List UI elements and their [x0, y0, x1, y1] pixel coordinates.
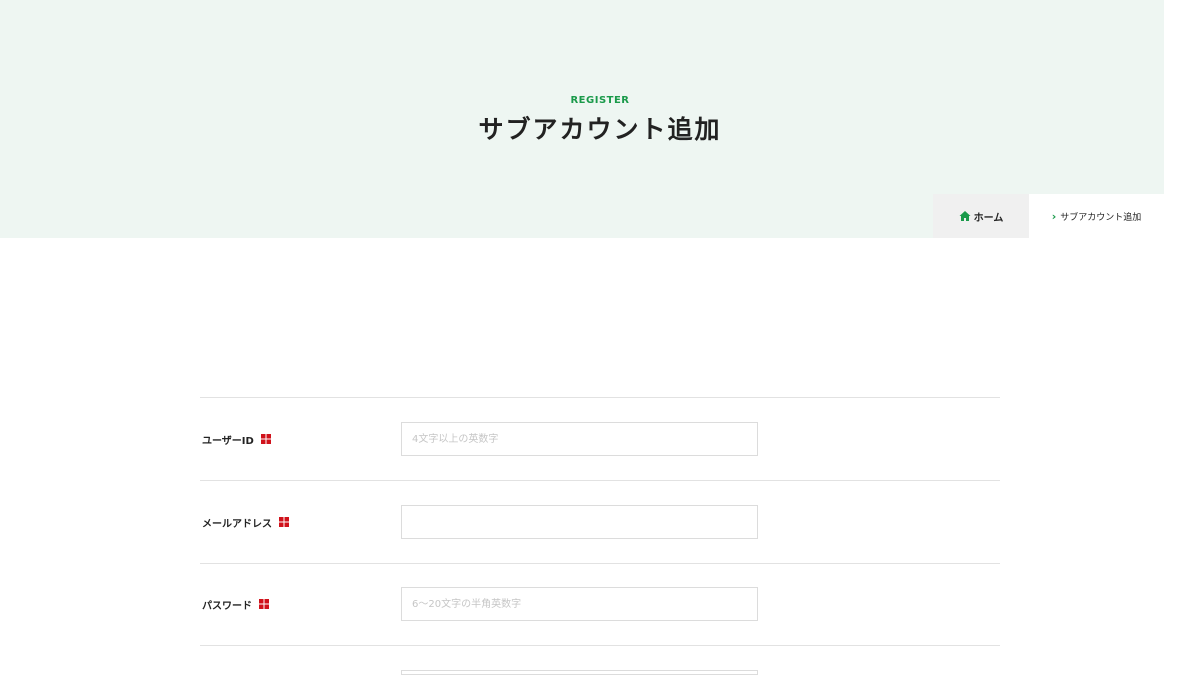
- form-divider: [200, 480, 1000, 481]
- breadcrumb-current-label: サブアカウント追加: [1060, 212, 1142, 223]
- email-label-text: メールアドレス: [202, 518, 272, 530]
- page-title: サブアカウント追加: [478, 115, 722, 144]
- email-label: メールアドレス: [202, 515, 289, 530]
- password-input[interactable]: [401, 587, 758, 621]
- user-id-label: ユーザーID: [202, 432, 271, 447]
- breadcrumb-home-label: ホーム: [973, 212, 1004, 224]
- email-input[interactable]: [401, 505, 758, 539]
- form-divider: [200, 563, 1000, 564]
- required-mark-icon: [279, 517, 289, 527]
- user-id-input[interactable]: [401, 422, 758, 456]
- page-eyebrow: REGISTER: [570, 95, 630, 106]
- chevron-right-icon: ›: [1051, 209, 1057, 223]
- required-mark-icon: [259, 599, 269, 609]
- breadcrumb-current: › サブアカウント追加: [1029, 194, 1164, 238]
- breadcrumb-home-link[interactable]: ホーム: [933, 194, 1029, 238]
- form-divider: [200, 645, 1000, 646]
- home-icon: [959, 210, 971, 222]
- password-label-text: パスワード: [202, 600, 252, 612]
- user-id-label-text: ユーザーID: [202, 435, 254, 447]
- next-field-input[interactable]: [401, 670, 758, 675]
- required-mark-icon: [260, 434, 271, 444]
- form-divider: [200, 397, 1000, 398]
- password-label: パスワード: [202, 597, 269, 612]
